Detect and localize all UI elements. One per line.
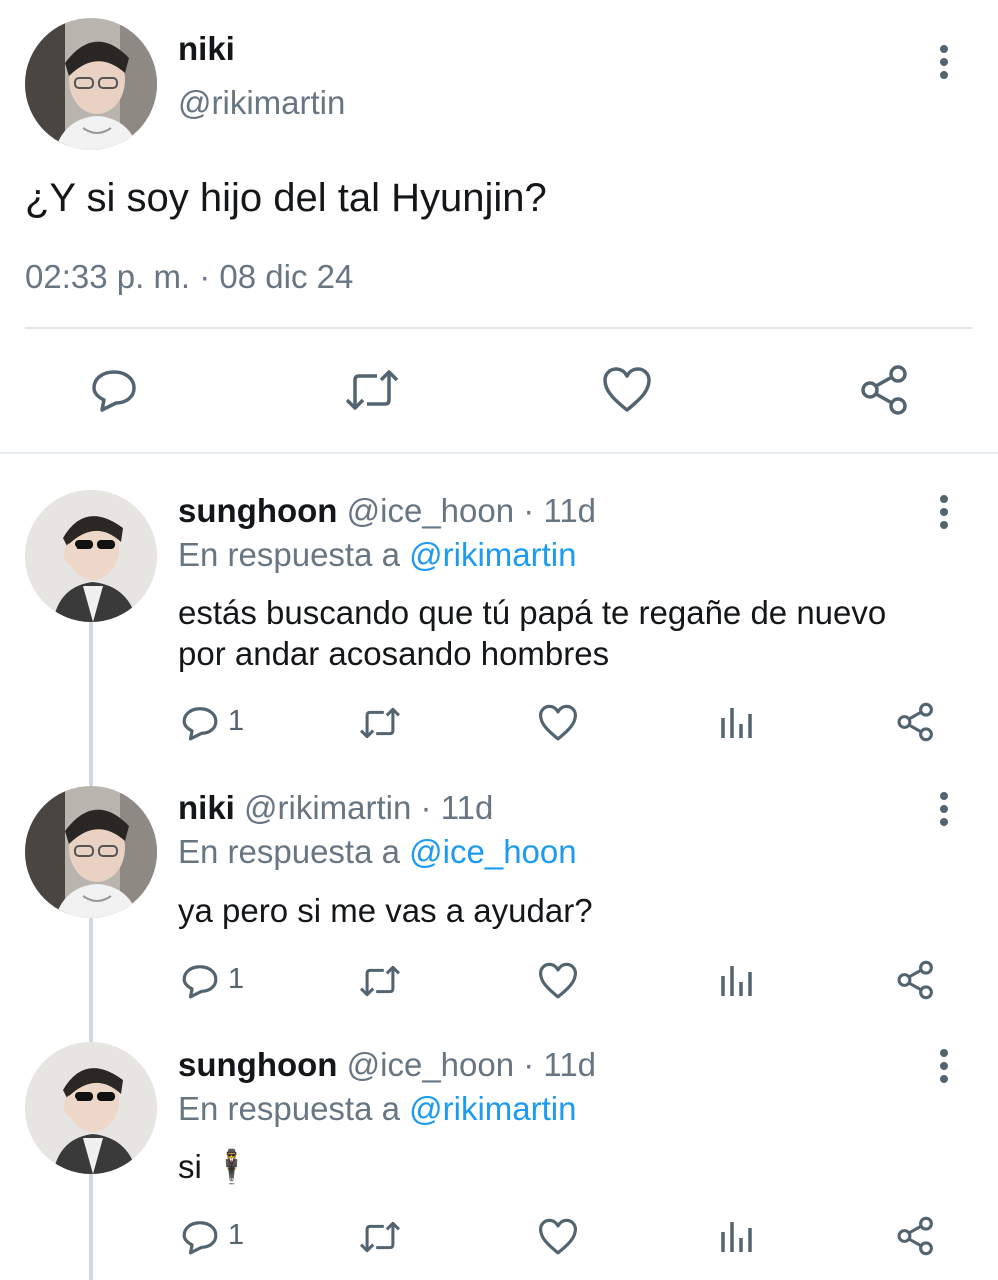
tweet-text: ¿Y si soy hijo del tal Hyunjin? (25, 176, 547, 220)
reply-text-line: estás buscando que tú papá te regañe de … (178, 594, 887, 631)
author-handle[interactable]: @rikimartin (244, 789, 411, 826)
thread-line (89, 918, 93, 1042)
retweet-icon[interactable] (358, 1220, 402, 1254)
reply-text-line: si 🕴 (178, 1148, 253, 1185)
like-icon[interactable] (538, 962, 578, 1000)
reply-header: niki @rikimartin · 11d (178, 789, 493, 827)
avatar[interactable] (25, 1042, 157, 1174)
like-icon[interactable] (538, 704, 578, 742)
author-handle[interactable]: @ice_hoon (347, 492, 514, 529)
more-options-icon[interactable] (934, 494, 954, 530)
like-icon[interactable] (538, 1218, 578, 1256)
reply-text: si 🕴 (178, 1146, 252, 1187)
author-handle[interactable]: @rikimartin (178, 84, 345, 122)
reply-count: 1 (228, 1219, 245, 1251)
in-reply-to: En respuesta a @ice_hoon (178, 833, 577, 871)
retweet-icon[interactable] (358, 706, 402, 740)
reply-time[interactable]: · 11d (523, 492, 596, 529)
tweet-timestamp[interactable]: 02:33 p. m. · 08 dic 24 (25, 258, 353, 296)
views-icon[interactable] (720, 962, 754, 998)
share-icon[interactable] (896, 960, 936, 1000)
reply-count: 1 (228, 705, 245, 737)
author-name[interactable]: niki (178, 30, 235, 68)
reply-time[interactable]: · 11d (523, 1046, 596, 1083)
reply-text-line: ya pero si me vas a ayudar? (178, 892, 593, 929)
share-icon[interactable] (896, 702, 936, 742)
reply-text: ya pero si me vas a ayudar? (178, 890, 593, 931)
share-icon[interactable] (896, 1216, 936, 1256)
more-options-icon[interactable] (934, 44, 954, 80)
like-icon[interactable] (602, 366, 652, 414)
author-name[interactable]: sunghoon (178, 1046, 337, 1083)
reply-icon[interactable] (180, 1218, 220, 1256)
reply-prefix: En respuesta a (178, 833, 400, 870)
retweet-icon[interactable] (358, 964, 402, 998)
author-name[interactable]: sunghoon (178, 492, 337, 529)
avatar[interactable] (25, 786, 157, 918)
reply-header: sunghoon @ice_hoon · 11d (178, 1046, 596, 1084)
thread-line (89, 1174, 93, 1280)
reply-prefix: En respuesta a (178, 536, 400, 573)
reply-text: estás buscando que tú papá te regañe de … (178, 592, 886, 674)
reply-to-link[interactable]: @rikimartin (409, 1090, 576, 1127)
thread-line (89, 622, 93, 786)
reply-text-line: por andar acosando hombres (178, 635, 610, 672)
reply-header: sunghoon @ice_hoon · 11d (178, 492, 596, 530)
more-options-icon[interactable] (934, 1048, 954, 1084)
author-name[interactable]: niki (178, 789, 235, 826)
reply-time[interactable]: · 11d (421, 789, 494, 826)
in-reply-to: En respuesta a @rikimartin (178, 1090, 577, 1128)
divider (25, 327, 973, 329)
views-icon[interactable] (720, 704, 754, 740)
author-handle[interactable]: @ice_hoon (347, 1046, 514, 1083)
reply-to-link[interactable]: @ice_hoon (409, 833, 576, 870)
section-divider (0, 452, 998, 454)
avatar[interactable] (25, 18, 157, 150)
avatar[interactable] (25, 490, 157, 622)
reply-icon[interactable] (90, 366, 138, 414)
reply-to-link[interactable]: @rikimartin (409, 536, 576, 573)
views-icon[interactable] (720, 1218, 754, 1254)
reply-icon[interactable] (180, 962, 220, 1000)
reply-icon[interactable] (180, 704, 220, 742)
retweet-icon[interactable] (343, 368, 401, 412)
more-options-icon[interactable] (934, 791, 954, 827)
reply-prefix: En respuesta a (178, 1090, 400, 1127)
in-reply-to: En respuesta a @rikimartin (178, 536, 577, 574)
reply-count: 1 (228, 963, 245, 995)
share-icon[interactable] (860, 364, 910, 416)
